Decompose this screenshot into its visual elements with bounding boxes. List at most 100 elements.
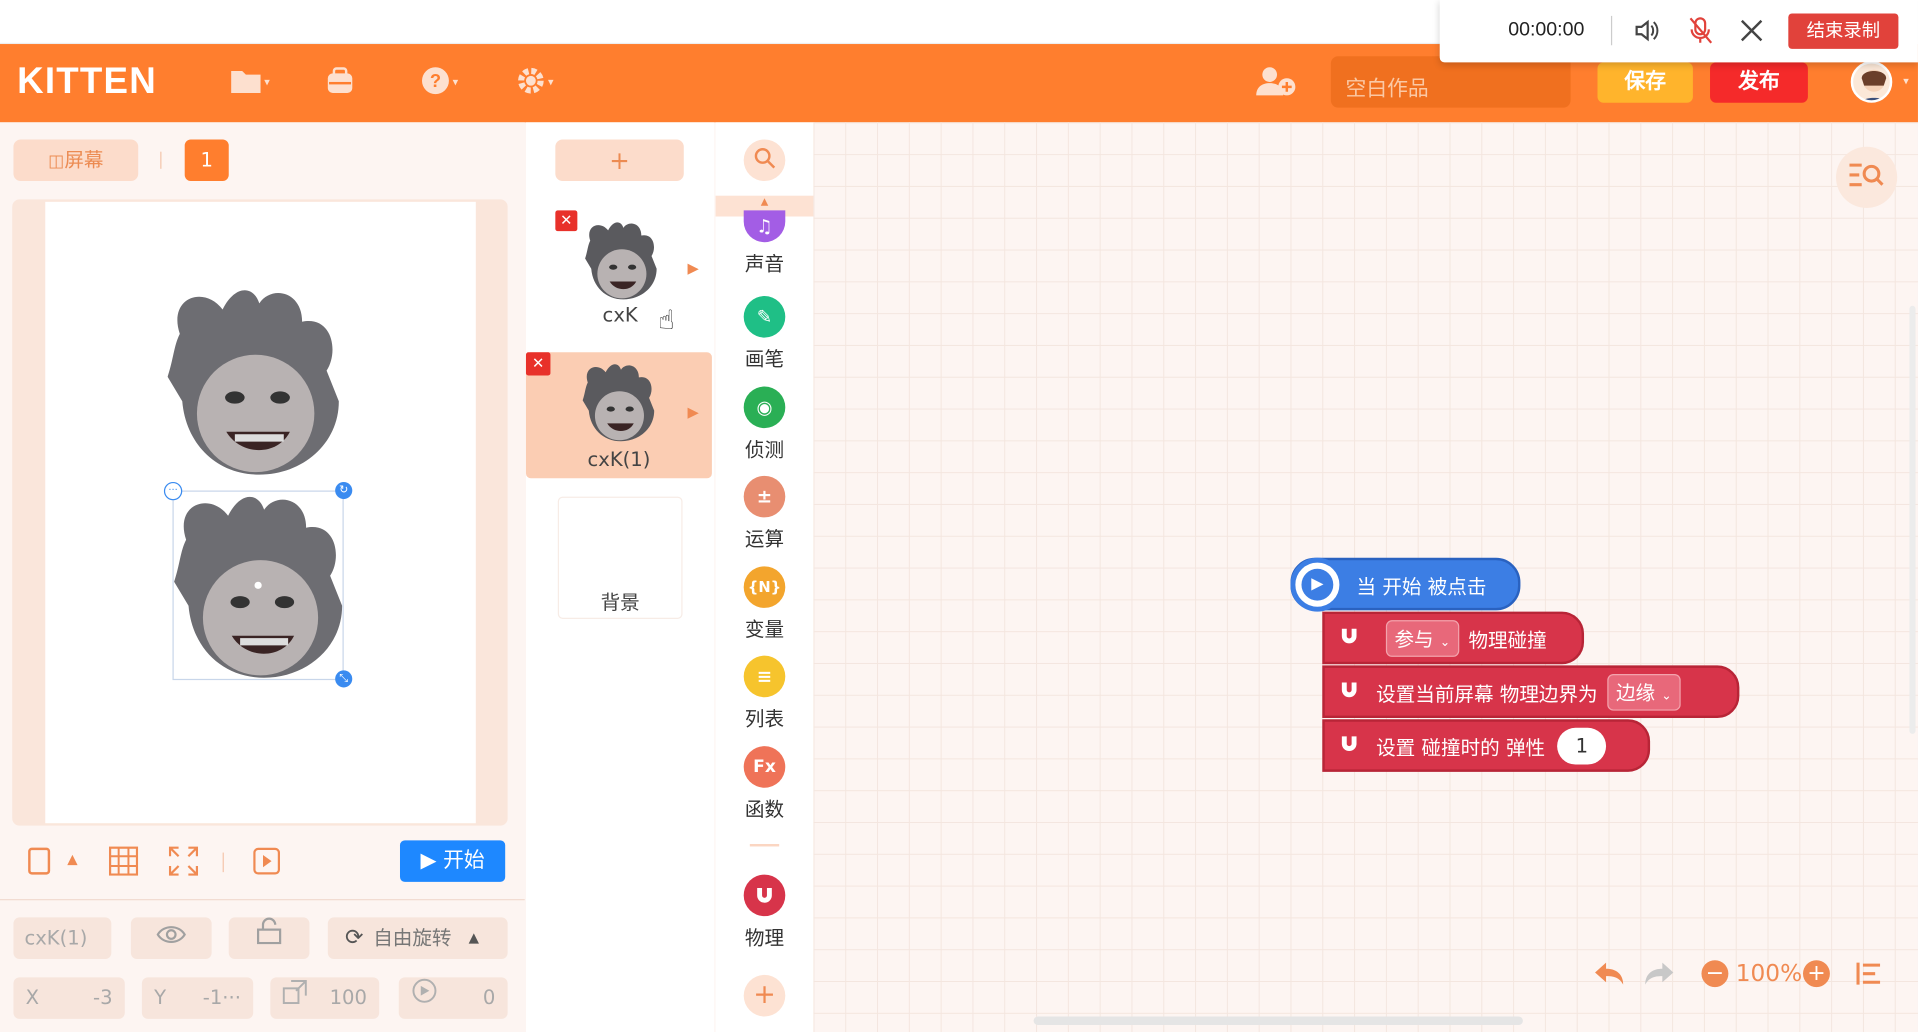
add-user-icon [1255,65,1297,102]
grid-icon[interactable] [108,846,139,880]
play-preview-icon[interactable] [252,846,281,880]
direction-field[interactable]: 0 [398,977,508,1019]
more-options-icon[interactable]: ··· [163,481,183,501]
bounce-value-input[interactable]: 1 [1557,727,1607,764]
category-detect[interactable]: ◉ 侦测 [716,386,814,463]
screen-number-tab[interactable]: 1 [184,139,229,182]
physics-participate-block[interactable]: 参与 ⌄ 物理碰撞 [1322,611,1585,665]
add-extension-button[interactable]: + [743,974,786,1017]
start-button[interactable]: ▶ 开始 [399,840,506,882]
mic-muted-icon[interactable] [1687,16,1714,50]
music-note-icon: ♫ [743,210,786,243]
redo-icon[interactable] [1643,960,1675,992]
delete-sprite-icon[interactable]: ✕ [555,210,578,232]
divider [1610,15,1613,46]
add-sprite-button[interactable]: + [555,139,684,182]
fullscreen-icon[interactable] [168,846,199,880]
caret-up-icon: ▲ [468,929,479,946]
rotation-mode-select[interactable]: ⟳ 自由旋转 ▲ [327,917,508,959]
stage-frame: ··· ↻ ⤡ [12,199,508,826]
set-physics-boundary-block[interactable]: 设置当前屏幕 物理边界为 边缘 ⌄ [1322,665,1740,719]
eye-icon [156,917,187,959]
sprite-card-cxk-1[interactable]: ✕ cxK(1) ▶ [525,352,712,479]
operator-icon: ± [743,475,786,518]
code-workspace[interactable]: ▶ 当 开始 被点击 参与 ⌄ 物理碰撞 设置当前屏幕 物理边界为 边缘 ⌄ 设… [813,122,1918,1032]
background-card[interactable]: 背景 [557,496,683,619]
gear-icon [516,66,545,100]
device-caret-icon[interactable]: ▲ [67,851,77,867]
sprite-cxk-image[interactable] [167,285,342,478]
category-pen[interactable]: ✎ 画笔 [716,296,814,372]
start-label: 开始 [443,848,485,874]
category-variable[interactable]: {N} 变量 [716,566,814,642]
screen-button[interactable]: ◫屏幕 [13,139,139,182]
category-function[interactable]: Fx 函数 [716,746,814,822]
align-blocks-icon[interactable] [1856,961,1883,990]
category-list[interactable]: ≡ 列表 [716,655,814,732]
backpack-button[interactable] [325,64,354,103]
hat-block-label: 当 开始 被点击 [1356,574,1487,598]
y-position-field[interactable]: Y -1··· [141,977,254,1019]
visibility-toggle[interactable] [130,917,212,959]
pen-icon: ✎ [743,296,786,338]
publish-button[interactable]: 发布 [1710,62,1808,103]
y-label: Y [154,985,167,1010]
participate-dropdown[interactable]: 参与 ⌄ [1385,619,1459,657]
device-icon[interactable] [26,846,53,880]
sprite-name: cxK(1) [587,447,651,471]
variable-icon: {N} [743,566,786,608]
rotate-handle-icon[interactable]: ↻ [335,481,353,500]
arrow-right-icon[interactable]: ▶ [687,259,698,276]
project-title-input[interactable]: 空白作品 [1330,56,1571,108]
file-menu[interactable]: ▾ [230,64,270,103]
search-button[interactable] [743,139,786,182]
category-label: 列表 [744,707,785,731]
avatar-chevron-icon[interactable]: ▾ [1903,76,1909,88]
divider [0,899,525,901]
sprite-name-field[interactable]: cxK(1) [13,917,112,959]
when-start-clicked-block[interactable]: ▶ 当 开始 被点击 [1290,557,1521,611]
help-menu[interactable]: ? ▾ [421,64,458,103]
sprite-card-cxk[interactable]: ✕ cxK ▶ ☝ [543,210,699,336]
size-field[interactable]: 100 [270,977,380,1019]
zoom-out-icon[interactable]: − [1701,960,1729,988]
divider [749,844,780,847]
magnet-icon [1339,679,1359,703]
delete-sprite-icon[interactable]: ✕ [525,352,551,376]
block-search-button[interactable] [1836,146,1898,208]
horizontal-scrollbar[interactable] [1033,1016,1523,1026]
add-collaborator-button[interactable] [1255,64,1297,103]
category-physics[interactable]: 物理 [716,874,814,951]
avatar[interactable] [1850,61,1893,103]
resize-handle-icon[interactable]: ⤡ [335,670,353,688]
zoom-in-icon[interactable]: + [1802,960,1830,988]
undo-icon[interactable] [1594,960,1626,992]
divider [222,852,224,873]
set-bounce-block[interactable]: 设置 碰撞时的 弹性 1 [1322,719,1651,772]
sprite-list-panel: + ✕ cxK ▶ ☝ ✕ cxK(1) ▶ 背景 [525,122,715,1032]
stage-canvas[interactable]: ··· ↻ ⤡ [45,201,476,824]
category-label: 物理 [744,925,785,950]
dropdown-value: 边缘 [1615,680,1656,704]
end-recording-button[interactable]: 结束录制 [1788,13,1899,49]
divider [160,151,162,169]
lock-toggle[interactable] [228,917,310,959]
scale-icon [282,977,307,1019]
screen-label: 屏幕 [64,148,104,172]
zoom-level: 100% [1735,960,1803,988]
x-position-field[interactable]: X -3 [13,977,125,1019]
boundary-dropdown[interactable]: 边缘 ⌄ [1607,673,1681,711]
vertical-scrollbar[interactable] [1909,305,1916,734]
x-value: -3 [93,985,113,1010]
play-icon: ▶ [1290,557,1345,611]
selection-box[interactable]: ··· ↻ ⤡ [163,481,353,688]
save-button[interactable]: 保存 [1597,62,1693,103]
category-sound[interactable]: ♫ 声音 [716,210,814,276]
settings-menu[interactable]: ▾ [516,64,554,103]
speaker-icon[interactable] [1633,17,1660,49]
close-icon[interactable] [1738,17,1765,49]
svg-text:?: ? [430,70,441,91]
arrow-right-icon[interactable]: ▶ [687,404,698,421]
category-operator[interactable]: ± 运算 [716,475,814,552]
stage-panel: ◫屏幕 1 ··· ↻ ⤡ ▲ ▶ 开始 cxK(1) ⟳ 自由旋转 ▲ X -… [0,122,525,1032]
